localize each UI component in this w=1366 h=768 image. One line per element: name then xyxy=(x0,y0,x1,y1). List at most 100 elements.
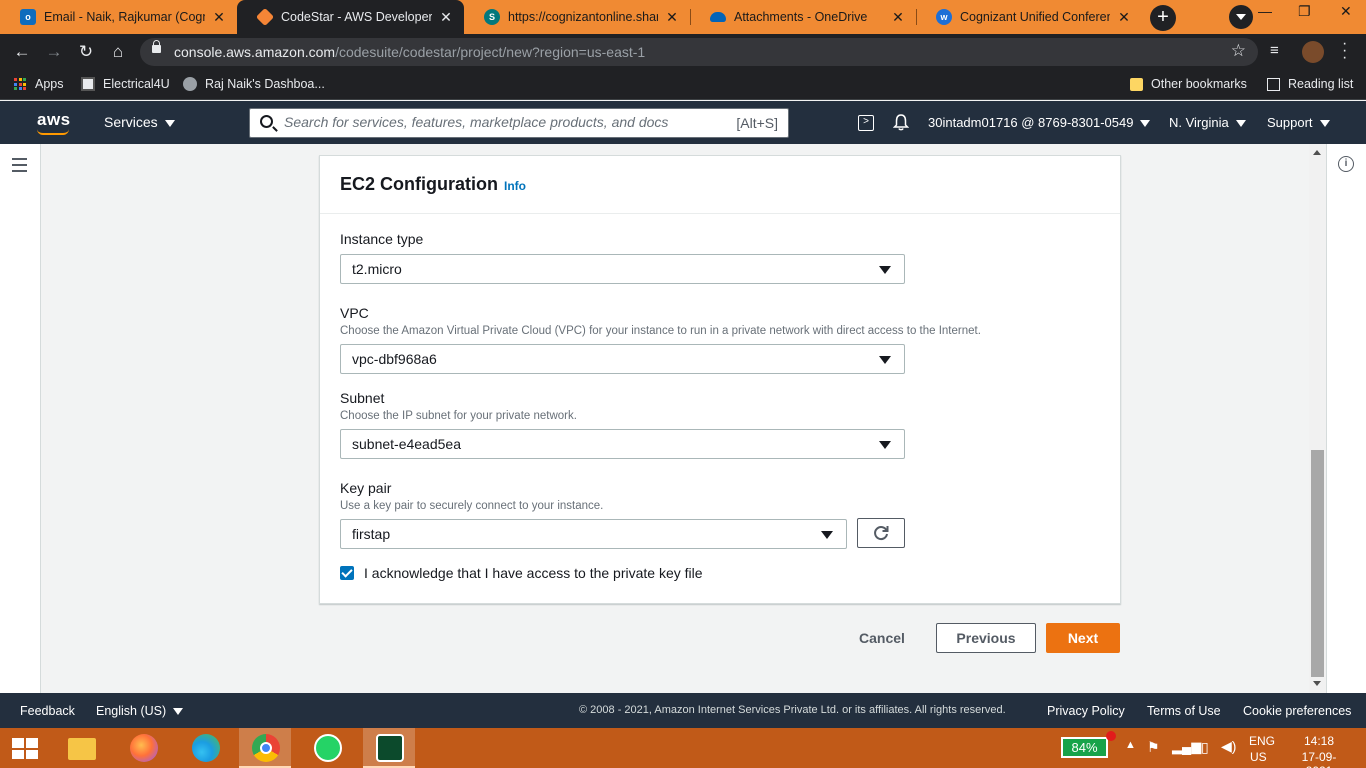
instance-type-value: t2.micro xyxy=(352,261,402,277)
other-bookmarks-label: Other bookmarks xyxy=(1151,77,1247,91)
subnet-select[interactable]: subnet-e4ead5ea xyxy=(340,429,905,459)
acknowledge-checkbox[interactable] xyxy=(340,566,354,580)
browser-tab-onedrive[interactable]: Attachments - OneDrive ✕ xyxy=(690,0,916,34)
address-bar[interactable]: console.aws.amazon.com/codesuite/codesta… xyxy=(140,38,1258,66)
clock[interactable]: 14:18 17-09-2021 xyxy=(1289,734,1349,768)
bookmark-star-icon[interactable]: ☆ xyxy=(1231,41,1246,61)
instance-type-select[interactable]: t2.micro xyxy=(340,254,905,284)
close-icon[interactable]: ✕ xyxy=(438,9,454,26)
tab-search-button[interactable] xyxy=(1229,5,1253,29)
notifications-bell-icon[interactable] xyxy=(893,113,909,131)
forward-button[interactable]: → xyxy=(42,40,66,64)
tools-panel-gutter xyxy=(1326,144,1366,693)
taskbar-chrome[interactable] xyxy=(239,728,291,768)
dropdown-arrow-icon xyxy=(879,441,891,449)
close-icon[interactable]: ✕ xyxy=(1116,9,1132,26)
scroll-down-arrow-icon[interactable] xyxy=(1313,681,1321,686)
panel-header: EC2 Configuration Info xyxy=(320,156,1120,214)
aws-console-nav: aws Services [Alt+S] > 30intadm01716 @ 8… xyxy=(0,101,1366,144)
reading-list[interactable]: Reading list xyxy=(1267,77,1353,91)
browser-tab-sharepoint[interactable]: S https://cognizantonline.sharep ✕ xyxy=(464,0,690,34)
close-icon[interactable]: ✕ xyxy=(664,9,680,26)
vpc-select[interactable]: vpc-dbf968a6 xyxy=(340,344,905,374)
avatar[interactable] xyxy=(1302,41,1324,63)
caret-down-icon xyxy=(173,708,184,716)
cookie-preferences-link[interactable]: Cookie preferences xyxy=(1243,704,1351,718)
browser-tab-webex[interactable]: w Cognizant Unified Conferencin ✕ xyxy=(916,0,1142,34)
close-icon[interactable]: ✕ xyxy=(211,9,227,26)
search-input[interactable] xyxy=(284,114,724,130)
reload-button[interactable]: ↻ xyxy=(74,40,98,64)
back-button[interactable]: ← xyxy=(10,40,34,64)
browser-tab-email[interactable]: o Email - Naik, Rajkumar (Cogniz ✕ xyxy=(0,0,237,34)
window-close-icon[interactable]: ✕ xyxy=(1340,3,1352,20)
battery-tray-icon[interactable]: ▯ xyxy=(1201,739,1209,768)
cancel-button[interactable]: Cancel xyxy=(846,623,918,653)
subnet-value: subnet-e4ead5ea xyxy=(352,436,461,452)
scroll-up-arrow-icon[interactable] xyxy=(1313,150,1321,155)
browser-menu-icon[interactable]: · · · xyxy=(1342,36,1347,66)
battery-indicator[interactable]: 84% xyxy=(1061,737,1108,758)
browser-tab-codestar[interactable]: CodeStar - AWS Developer Too ✕ xyxy=(237,0,464,34)
taskbar-whatsapp[interactable] xyxy=(301,728,353,768)
home-button[interactable]: ⌂ xyxy=(106,40,130,64)
terms-of-use-link[interactable]: Terms of Use xyxy=(1147,704,1221,718)
aws-logo[interactable]: aws xyxy=(37,110,71,130)
close-icon[interactable]: ✕ xyxy=(890,9,906,26)
language-code: ENG xyxy=(1249,734,1276,748)
refresh-key-pairs-button[interactable] xyxy=(857,518,905,548)
bookmark-dashboard[interactable]: Raj Naik's Dashboa... xyxy=(183,77,325,91)
taskbar-webex[interactable] xyxy=(363,728,415,768)
info-link[interactable]: Info xyxy=(504,179,526,193)
caret-down-icon xyxy=(164,119,175,127)
language-selector[interactable]: English (US) xyxy=(96,704,184,718)
browser-tab-strip: o Email - Naik, Rajkumar (Cogniz ✕ CodeS… xyxy=(0,0,1366,34)
hamburger-menu-icon[interactable] xyxy=(12,158,27,176)
restore-icon[interactable]: ❐ xyxy=(1298,3,1311,20)
caret-down-icon xyxy=(1319,120,1330,128)
other-bookmarks[interactable]: Other bookmarks xyxy=(1130,77,1247,91)
electrical4u-icon xyxy=(81,77,95,91)
folder-icon xyxy=(1130,77,1143,91)
info-panel-icon[interactable]: i xyxy=(1338,156,1354,172)
url-host: console.aws.amazon.com xyxy=(174,44,336,60)
scrollbar-thumb[interactable] xyxy=(1311,450,1324,677)
cloudshell-icon[interactable]: > xyxy=(858,115,874,131)
key-pair-select[interactable]: firstap xyxy=(340,519,847,549)
caret-down-icon xyxy=(1235,120,1246,128)
chrome-center-icon xyxy=(260,742,272,754)
flag-icon[interactable]: ⚑ xyxy=(1147,739,1160,768)
privacy-policy-link[interactable]: Privacy Policy xyxy=(1047,704,1125,718)
reading-list-icon[interactable]: ≡ xyxy=(1270,42,1279,59)
bookmark-label: Electrical4U xyxy=(103,77,170,91)
show-hidden-icons[interactable]: ▲ xyxy=(1125,739,1136,768)
clock-date: 17-09-2021 xyxy=(1301,750,1337,768)
bookmark-label: Raj Naik's Dashboa... xyxy=(205,77,325,91)
taskbar-firefox[interactable] xyxy=(117,728,169,768)
taskbar-edge[interactable] xyxy=(179,728,231,768)
vpc-value: vpc-dbf968a6 xyxy=(352,351,437,367)
aws-search-box[interactable]: [Alt+S] xyxy=(249,108,789,138)
region-menu[interactable]: N. Virginia xyxy=(1169,115,1246,130)
reading-list-icon xyxy=(1267,77,1280,91)
services-menu[interactable]: Services xyxy=(104,114,175,130)
feedback-link[interactable]: Feedback xyxy=(20,704,75,718)
key-pair-value: firstap xyxy=(352,526,391,542)
volume-icon[interactable]: ◀) xyxy=(1221,738,1236,768)
minimize-icon[interactable]: — xyxy=(1258,3,1272,19)
codestar-icon xyxy=(255,7,275,27)
previous-button[interactable]: Previous xyxy=(936,623,1036,653)
next-button[interactable]: Next xyxy=(1046,623,1120,653)
bookmark-electrical4u[interactable]: Electrical4U xyxy=(81,77,170,91)
account-menu[interactable]: 30intadm01716 @ 8769-8301-0549 xyxy=(928,115,1151,130)
instance-type-label: Instance type xyxy=(340,231,424,247)
language-indicator[interactable]: ENG US xyxy=(1249,734,1275,768)
taskbar-file-explorer[interactable] xyxy=(55,728,107,768)
url-text: console.aws.amazon.com/codesuite/codesta… xyxy=(174,44,645,60)
support-menu[interactable]: Support xyxy=(1267,115,1330,130)
windows-start-icon[interactable] xyxy=(12,738,38,759)
bookmark-apps[interactable]: Apps xyxy=(14,77,64,91)
network-icon[interactable]: ▂▄▆ xyxy=(1172,739,1201,768)
acknowledge-label[interactable]: I acknowledge that I have access to the … xyxy=(364,565,703,581)
new-tab-button[interactable]: + xyxy=(1150,5,1176,31)
